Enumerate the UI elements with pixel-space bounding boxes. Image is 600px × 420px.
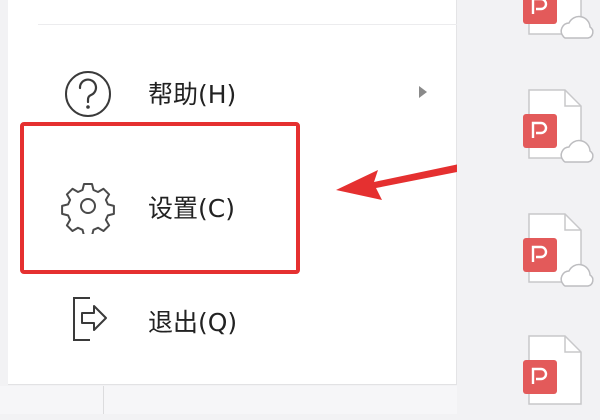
status-bar-divider <box>103 386 104 414</box>
help-icon <box>60 66 116 122</box>
status-bar <box>0 386 457 414</box>
menu-item-exit[interactable]: 退出(Q) <box>8 280 456 360</box>
menu-divider <box>38 24 464 25</box>
menu-item-label: 帮助(H) <box>148 80 237 109</box>
highlight-box <box>20 122 300 274</box>
menu-item-label: 退出(Q) <box>148 308 238 337</box>
pdf-cloud-file-icon[interactable] <box>519 86 599 170</box>
pdf-cloud-file-icon[interactable] <box>519 0 599 46</box>
pdf-cloud-file-icon[interactable] <box>519 332 599 416</box>
pdf-cloud-file-icon[interactable] <box>519 210 599 294</box>
exit-icon <box>60 290 116 346</box>
chevron-right-icon <box>416 84 430 100</box>
